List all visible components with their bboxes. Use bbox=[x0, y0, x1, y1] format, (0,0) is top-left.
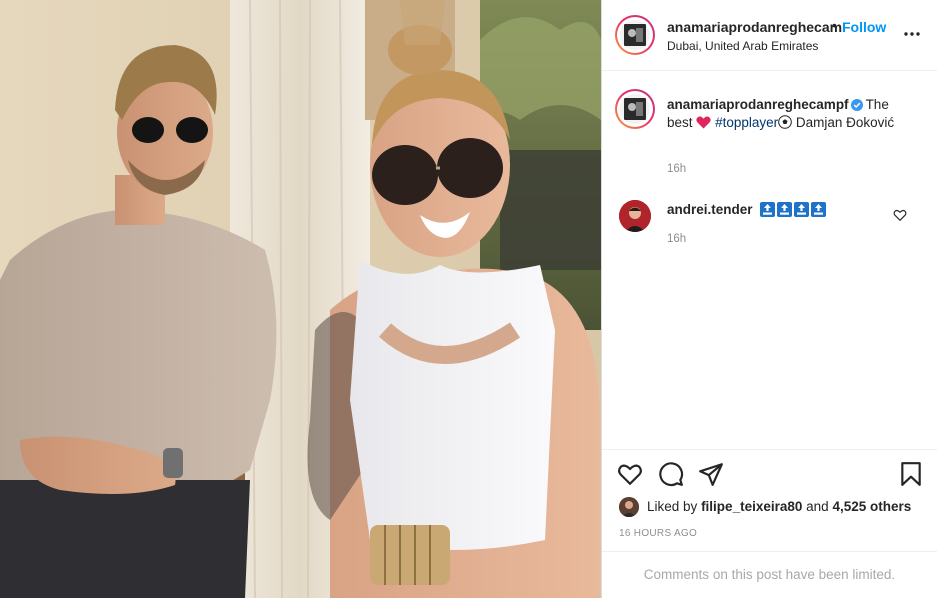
top-arrow-icon bbox=[777, 202, 793, 217]
top-badges bbox=[760, 202, 828, 220]
caption-author-avatar[interactable] bbox=[615, 89, 655, 129]
heart-outline-icon[interactable] bbox=[617, 461, 643, 487]
likes-prefix: Liked by bbox=[647, 499, 698, 514]
author-username[interactable]: anamariaprodanreghecam bbox=[667, 19, 842, 35]
post-header: anamariaprodanreghecam • Follow Dubai, U… bbox=[602, 0, 937, 71]
liker-username[interactable]: filipe_teixeira80 bbox=[701, 499, 802, 514]
likes-middle: and bbox=[806, 499, 829, 514]
top-arrow-icon bbox=[811, 202, 827, 217]
liker-avatar[interactable] bbox=[619, 497, 639, 517]
likes-text: Liked by filipe_teixeira80 and 4,525 oth… bbox=[647, 499, 911, 514]
paper-plane-icon[interactable] bbox=[698, 461, 724, 487]
top-arrow-icon bbox=[760, 202, 776, 217]
caption-text-after: Damjan Đoković bbox=[795, 115, 895, 130]
post-actions: Liked by filipe_teixeira80 and 4,525 oth… bbox=[602, 449, 937, 598]
comment-like-heart-icon[interactable] bbox=[893, 208, 907, 222]
heart-emoji bbox=[696, 115, 711, 130]
likes-count[interactable]: 4,525 others bbox=[832, 499, 911, 514]
bookmark-icon[interactable] bbox=[898, 461, 924, 487]
top-arrow-icon bbox=[794, 202, 810, 217]
photo-illustration bbox=[0, 0, 601, 598]
caption-time[interactable]: 16h bbox=[667, 163, 686, 175]
commenter-username[interactable]: andrei.tender bbox=[667, 202, 753, 217]
post-photo[interactable] bbox=[0, 0, 601, 598]
comment-text: andrei.tender bbox=[667, 202, 828, 220]
follow-button[interactable]: Follow bbox=[842, 19, 886, 35]
commenter-avatar[interactable] bbox=[619, 200, 651, 232]
comment-time[interactable]: 16h bbox=[667, 233, 686, 245]
post-sidebar: anamariaprodanreghecam • Follow Dubai, U… bbox=[601, 0, 937, 598]
author-avatar-image bbox=[620, 20, 650, 50]
comments-limited-notice: Comments on this post have been limited. bbox=[602, 551, 937, 598]
caption-avatar-image bbox=[620, 94, 650, 124]
likes-summary: Liked by filipe_teixeira80 and 4,525 oth… bbox=[619, 496, 929, 518]
caption-username[interactable]: anamariaprodanreghecampf bbox=[667, 97, 849, 112]
hashtag-link[interactable]: #topplayer bbox=[715, 115, 778, 130]
verified-badge-icon bbox=[850, 99, 863, 111]
caption-text: anamariaprodanreghecampf The best #toppla… bbox=[667, 96, 917, 132]
author-avatar[interactable] bbox=[615, 15, 655, 55]
post-timestamp[interactable]: 16 HOURS AGO bbox=[619, 528, 697, 539]
more-horizontal-icon[interactable] bbox=[902, 24, 922, 44]
comment-bubble-icon[interactable] bbox=[658, 461, 684, 487]
separator-dot: • bbox=[832, 17, 837, 33]
comments-area[interactable]: anamariaprodanreghecampf The best #toppla… bbox=[602, 71, 937, 449]
instagram-post: anamariaprodanreghecam • Follow Dubai, U… bbox=[0, 0, 937, 598]
soccer-ball-emoji bbox=[778, 115, 792, 130]
post-location[interactable]: Dubai, United Arab Emirates bbox=[667, 39, 818, 53]
